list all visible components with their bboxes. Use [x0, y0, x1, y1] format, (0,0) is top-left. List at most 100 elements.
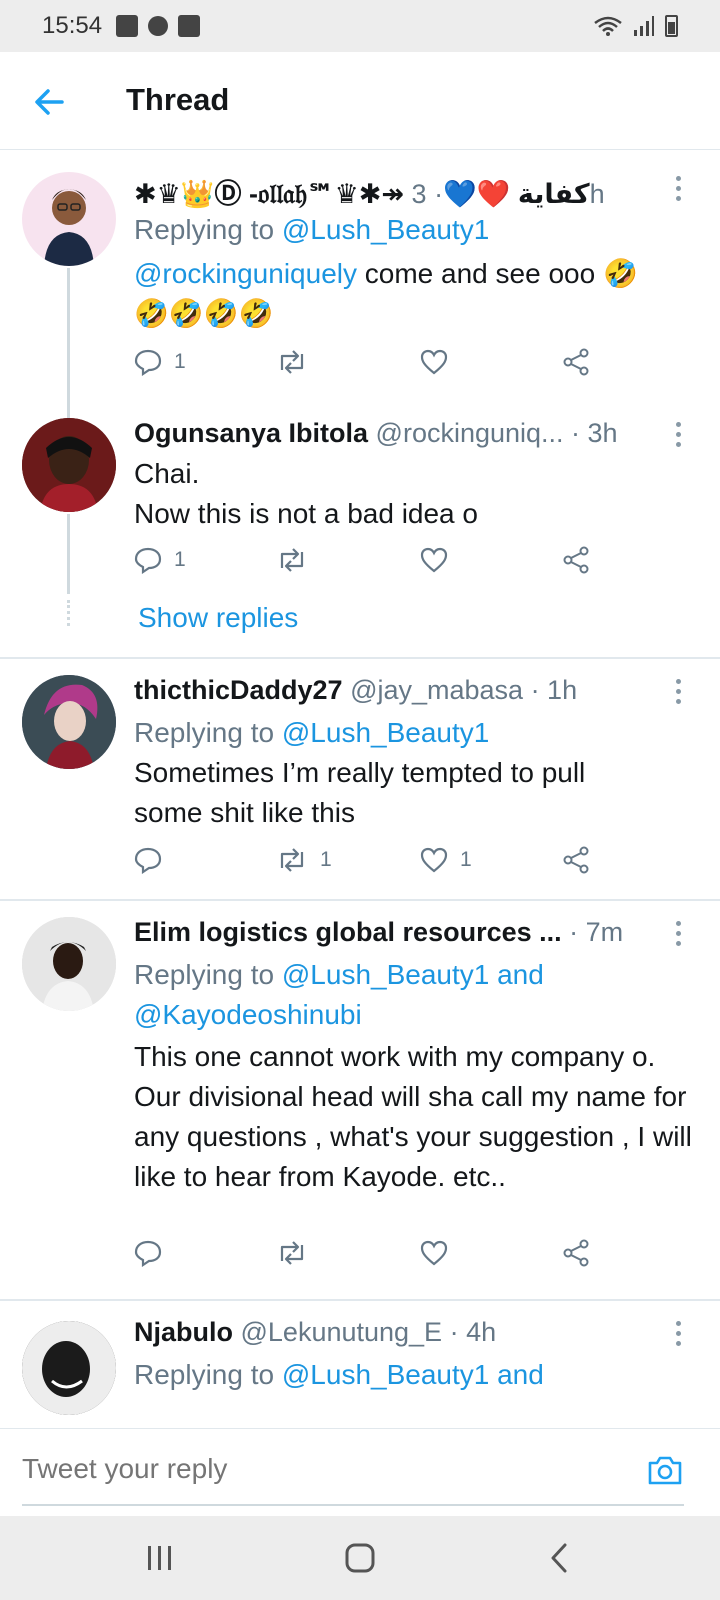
page-title: Thread — [126, 82, 230, 117]
status-bar: 15:54 — [0, 0, 720, 52]
tweet-text-line: Chai. — [134, 458, 200, 489]
avatar-photo-image — [22, 418, 116, 512]
replying-to-line: Replying to @Lush_Beauty1 — [134, 717, 489, 749]
share-button[interactable] — [562, 546, 590, 574]
tweet-text: This one cannot work with my company o. … — [134, 1041, 692, 1192]
thread-connector-line — [67, 268, 70, 418]
reply-button[interactable] — [134, 846, 162, 874]
retweet-button[interactable] — [276, 546, 308, 574]
avatar[interactable] — [22, 917, 116, 1011]
avatar-cartoon-image — [44, 189, 94, 266]
reply-mention-link[interactable]: @Lush_Beauty1 and — [282, 959, 544, 990]
retweet-icon — [280, 848, 304, 872]
thread-dotted-line — [67, 600, 70, 626]
retweet-button[interactable]: 1 — [276, 846, 332, 874]
heart-icon — [420, 547, 448, 573]
display-name[interactable]: Elim logistics global resources ... — [134, 917, 562, 947]
battery-icon — [665, 15, 678, 37]
more-options-icon[interactable] — [676, 921, 682, 947]
retweet-button[interactable] — [276, 1239, 308, 1267]
avatar[interactable] — [22, 1321, 116, 1415]
like-button[interactable] — [420, 546, 448, 574]
tweet-5[interactable]: Njabulo @Lekunutung_E · 4h Replying to @… — [0, 1301, 720, 1427]
like-button[interactable] — [420, 1239, 448, 1267]
avatar[interactable] — [22, 172, 116, 266]
show-replies-link[interactable]: Show replies — [138, 602, 298, 634]
like-button[interactable]: 1 — [420, 846, 472, 874]
reply-button[interactable]: 1 — [134, 348, 186, 376]
tweet-text: Chai. Now this is not a bad idea o — [134, 454, 694, 534]
retweet-count: 1 — [320, 848, 332, 871]
back-arrow-icon[interactable] — [30, 82, 70, 122]
reply-button[interactable] — [134, 1239, 162, 1267]
thread-connector-line — [67, 514, 70, 594]
reply-mention-link[interactable]: @Lush_Beauty1 — [282, 717, 489, 748]
reply-icon — [134, 1240, 162, 1267]
tweet-text: Sometimes I’m really tempted to pull som… — [134, 757, 586, 828]
share-icon — [563, 546, 589, 574]
reply-icon — [134, 349, 162, 376]
signal-icon — [634, 16, 654, 36]
replying-to-label: Replying to — [134, 1359, 282, 1390]
reply-button[interactable]: 1 — [134, 546, 186, 574]
username[interactable]: @Lekunutung_E — [233, 1317, 443, 1347]
reply-count: 1 — [174, 350, 186, 373]
tweet-text: @rockinguniquely come and see ooo 🤣 🤣🤣🤣🤣 — [134, 254, 694, 334]
reply-input[interactable] — [22, 1453, 582, 1485]
reply-icon — [134, 547, 162, 574]
tweet-header: Njabulo @Lekunutung_E · 4h — [134, 1317, 496, 1348]
camera-icon[interactable] — [646, 1451, 684, 1489]
username[interactable]: @rockinguniq... — [368, 418, 564, 448]
status-time: 15:54 — [42, 12, 103, 39]
tweet-actions: 1 — [134, 546, 614, 582]
status-system-icons — [593, 15, 678, 37]
timestamp: · 1h — [523, 675, 578, 705]
share-button[interactable] — [562, 348, 590, 376]
more-options-icon[interactable] — [676, 679, 682, 705]
more-options-icon[interactable] — [676, 1321, 682, 1347]
reply-composer — [0, 1428, 720, 1516]
like-button[interactable] — [420, 348, 460, 376]
tweet-1[interactable]: ✱♛👑Ⓓ -𝔬𝔩𝔩𝔞𝔥℠♛✱↠ كفاية ❤️💙· 3h Replying t… — [0, 152, 720, 418]
avatar[interactable] — [22, 675, 116, 769]
like-count: 1 — [460, 848, 472, 871]
mention-link[interactable]: @rockinguniquely — [134, 258, 357, 289]
home-icon[interactable] — [340, 1538, 380, 1578]
replying-to-label: Replying to — [134, 717, 282, 748]
retweet-button[interactable] — [276, 348, 320, 376]
system-nav-bar — [0, 1516, 720, 1600]
reply-mention-link[interactable]: @Lush_Beauty1 and — [282, 1359, 544, 1390]
image-notification-icon — [116, 15, 139, 37]
display-name[interactable]: thicthicDaddy27 — [134, 675, 343, 705]
more-options-icon[interactable] — [676, 176, 682, 202]
retweet-icon — [280, 1241, 304, 1265]
reply-mention-link[interactable]: @Kayodeoshinubi — [134, 999, 362, 1031]
retweet-icon — [280, 350, 304, 374]
reply-mention-link[interactable]: @Lush_Beauty1 — [282, 214, 489, 245]
display-name[interactable]: Ogunsanya Ibitola — [134, 418, 368, 448]
thread-feed[interactable]: ✱♛👑Ⓓ -𝔬𝔩𝔩𝔞𝔥℠♛✱↠ كفاية ❤️💙 · 3h Replying t… — [0, 152, 720, 1427]
avatar-anime-image — [22, 675, 116, 769]
username[interactable]: @jay_mabasa — [343, 675, 523, 705]
share-icon — [563, 348, 589, 376]
avatar-photo-image — [22, 917, 116, 1011]
timestamp: · 7m — [561, 917, 624, 947]
tweet-actions — [134, 1239, 614, 1275]
display-name[interactable]: ✱♛👑Ⓓ -𝔬𝔩𝔩𝔞𝔥℠♛✱↠ كفاية ❤️💙 — [134, 179, 590, 209]
display-name[interactable]: Njabulo — [134, 1317, 233, 1347]
input-underline — [22, 1504, 684, 1506]
tweet-2[interactable]: Ogunsanya Ibitola @rockinguniq... · 3h C… — [0, 402, 720, 657]
tweet-3[interactable]: thicthicDaddy27 @jay_mabasa · 1h Replyin… — [0, 659, 720, 899]
tweet-header: Ogunsanya Ibitola @rockinguniq... · 3h — [134, 418, 618, 449]
avatar[interactable] — [22, 418, 116, 512]
timestamp: · 3h — [563, 418, 618, 448]
back-icon[interactable] — [540, 1538, 580, 1578]
share-button[interactable] — [562, 846, 590, 874]
share-button[interactable] — [562, 1239, 590, 1267]
replying-to-line: Replying to @Lush_Beauty1 and — [134, 959, 544, 991]
more-options-icon[interactable] — [676, 422, 682, 448]
recent-apps-icon[interactable] — [140, 1538, 180, 1578]
tweet-4[interactable]: Elim logistics global resources ... · 7m… — [0, 901, 720, 1299]
tweet-header: Elim logistics global resources ... · 7m — [134, 917, 623, 948]
avatar-photo-image — [22, 1321, 116, 1415]
